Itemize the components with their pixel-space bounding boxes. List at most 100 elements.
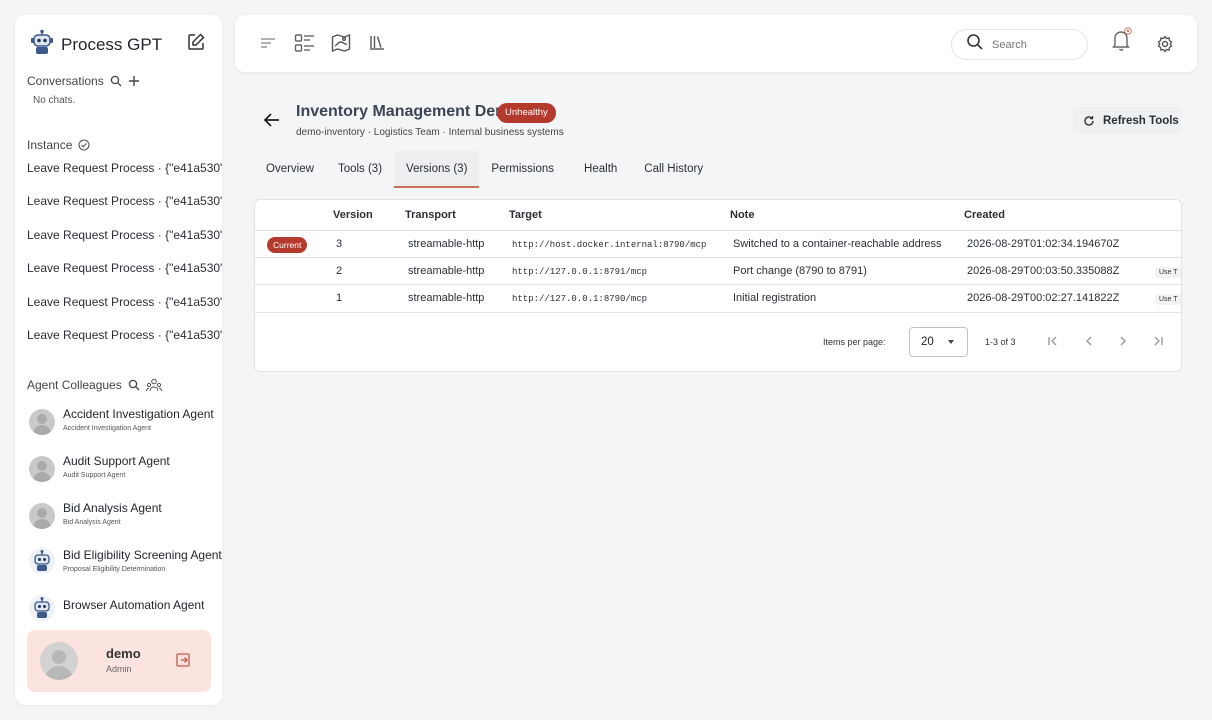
items-per-page-select[interactable]: 20	[909, 327, 968, 357]
tab-overview[interactable]: Overview	[254, 151, 326, 188]
user-card[interactable]: demo Admin	[27, 630, 211, 692]
last-page-icon[interactable]	[1151, 334, 1165, 353]
search-icon[interactable]	[128, 379, 140, 391]
refresh-icon	[1083, 115, 1095, 127]
instance-item[interactable]: Leave Request Process · {"e41a530"}	[27, 222, 222, 255]
page-title: Inventory Management Demo	[296, 103, 520, 120]
version-cell: 3	[336, 238, 343, 250]
tab-versions[interactable]: Versions (3)	[394, 151, 480, 188]
user-name: demo	[106, 646, 141, 661]
logout-icon[interactable]	[176, 653, 190, 672]
first-page-icon[interactable]	[1046, 334, 1060, 353]
previous-page-icon[interactable]	[1082, 334, 1096, 353]
tab-tools[interactable]: Tools (3)	[326, 151, 394, 188]
instance-item[interactable]: Leave Request Process · {"e41a530"}	[27, 188, 222, 221]
no-chats-text: No chats.	[33, 95, 76, 106]
tab-permissions[interactable]: Permissions	[479, 151, 569, 188]
agent-description: Proposal Eligibility Determination	[63, 566, 166, 573]
note-cell: Initial registration	[733, 292, 817, 304]
instance-item[interactable]: Leave Request Process · {"e41a530"}	[27, 322, 222, 355]
note-cell: Port change (8790 to 8791)	[733, 265, 867, 277]
version-cell: 2	[336, 265, 343, 277]
pagination-range: 1-3 of 3	[985, 337, 1016, 347]
use-version-button[interactable]: Use T	[1155, 267, 1181, 278]
agent-item[interactable]: Browser Automation Agent	[29, 589, 222, 636]
search-input[interactable]	[992, 38, 1072, 51]
table-row[interactable]: 1 streamable-http http://127.0.0.1:8790/…	[255, 285, 1181, 313]
column-header[interactable]: Version	[333, 209, 373, 221]
conversations-label: Conversations	[27, 74, 104, 88]
server-meta: demo-inventory · Logistics Team · Intern…	[296, 127, 564, 138]
versions-table: Version Transport Target Note Created Cu…	[254, 199, 1182, 372]
list-view-icon[interactable]	[294, 33, 316, 58]
search-icon[interactable]	[110, 75, 122, 87]
avatar	[29, 456, 55, 482]
agent-name: Bid Analysis Agent	[63, 501, 162, 515]
created-cell: 2026-08-29T00:03:50.335088Z	[967, 265, 1120, 277]
robot-avatar-icon	[29, 548, 55, 589]
sidebar: Process GPT Conversations No chats. Inst…	[15, 15, 222, 705]
column-header[interactable]: Target	[509, 209, 542, 221]
version-cell: 1	[336, 292, 343, 304]
target-cell: http://host.docker.internal:8790/mcp	[512, 240, 707, 250]
agent-name: Browser Automation Agent	[63, 598, 205, 612]
column-header[interactable]: Created	[964, 209, 1005, 221]
table-header-row: Version Transport Target Note Created	[255, 200, 1181, 231]
tab-health[interactable]: Health	[569, 151, 632, 188]
robot-logo-icon	[29, 29, 55, 60]
target-cell: http://127.0.0.1:8791/mcp	[512, 267, 648, 277]
brand-title: Process GPT	[61, 34, 163, 54]
use-version-button[interactable]: Use T	[1155, 294, 1181, 305]
instance-label: Instance	[27, 138, 73, 152]
tab-bar: Overview Tools (3) Versions (3) Permissi…	[254, 151, 715, 188]
menu-icon[interactable]	[259, 36, 277, 55]
refresh-tools-button[interactable]: Refresh Tools	[1073, 107, 1182, 134]
instance-item[interactable]: Leave Request Process · {"e41a530"}	[27, 155, 222, 188]
column-header[interactable]: Note	[730, 209, 754, 221]
back-arrow-icon[interactable]	[263, 112, 281, 133]
agent-description: Audit Support Agent	[63, 472, 126, 479]
organization-icon[interactable]	[145, 378, 162, 392]
agents-header: Agent Colleagues	[27, 378, 162, 392]
agent-item[interactable]: Bid Analysis Agent Bid Analysis Agent	[29, 495, 222, 542]
bell-icon[interactable]	[1111, 25, 1133, 58]
dropdown-caret-icon	[948, 340, 954, 344]
map-icon[interactable]	[331, 33, 351, 58]
transport-cell: streamable-http	[408, 265, 485, 277]
brand[interactable]: Process GPT	[29, 29, 162, 60]
next-page-icon[interactable]	[1116, 334, 1130, 353]
transport-cell: streamable-http	[408, 292, 485, 304]
agent-name: Bid Eligibility Screening Agent	[63, 548, 222, 562]
current-badge: Current	[267, 237, 308, 253]
created-cell: 2026-08-29T01:02:34.194670Z	[967, 238, 1120, 250]
agent-item[interactable]: Audit Support Agent Audit Support Agent	[29, 448, 222, 495]
instance-item[interactable]: Leave Request Process · {"e41a530"}	[27, 255, 222, 288]
search-icon	[966, 33, 984, 56]
instance-item[interactable]: Leave Request Process · {"e41a530"}	[27, 289, 222, 322]
avatar	[40, 642, 78, 680]
agent-list: Accident Investigation Agent Accident In…	[29, 401, 222, 636]
add-icon[interactable]	[128, 75, 140, 87]
agent-item[interactable]: Bid Eligibility Screening Agent Proposal…	[29, 542, 222, 589]
refresh-tools-label: Refresh Tools	[1103, 114, 1179, 127]
gear-icon[interactable]	[1156, 35, 1174, 58]
target-cell: http://127.0.0.1:8790/mcp	[512, 294, 648, 304]
note-cell: Switched to a container-reachable addres…	[733, 238, 942, 250]
instance-header: Instance	[27, 138, 90, 152]
library-icon[interactable]	[369, 33, 385, 56]
transport-cell: streamable-http	[408, 238, 485, 250]
column-header[interactable]: Transport	[405, 209, 456, 221]
instance-list: Leave Request Process · {"e41a530"} Leav…	[27, 155, 222, 355]
created-cell: 2026-08-29T00:02:27.141822Z	[967, 292, 1120, 304]
table-row[interactable]: Current 3 streamable-http http://host.do…	[255, 231, 1181, 258]
check-circle-icon[interactable]	[78, 139, 90, 151]
search-box[interactable]	[951, 29, 1088, 60]
avatar	[29, 503, 55, 529]
agent-item[interactable]: Accident Investigation Agent Accident In…	[29, 401, 222, 448]
agents-label: Agent Colleagues	[27, 378, 122, 392]
tab-call-history[interactable]: Call History	[632, 151, 715, 188]
table-row[interactable]: 2 streamable-http http://127.0.0.1:8791/…	[255, 258, 1181, 285]
new-chat-icon[interactable]	[186, 32, 208, 54]
status-badge: Unhealthy	[497, 103, 556, 123]
items-per-page-label: Items per page:	[823, 337, 886, 347]
